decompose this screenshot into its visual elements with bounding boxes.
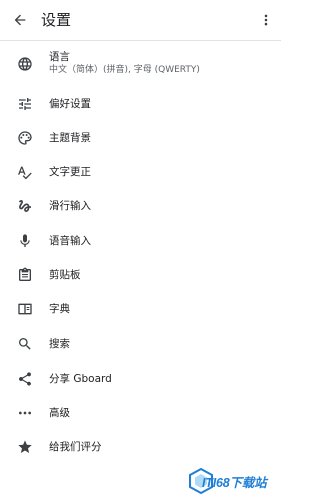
more-horiz-icon [17, 405, 33, 421]
settings-screen: 设置 语言 中文（简体）(拼音), 字母 (QWERTY) 偏好设置 主题背景 [0, 0, 281, 500]
palette-icon [17, 130, 33, 146]
globe-icon [17, 56, 33, 72]
settings-item-label: 滑行输入 [49, 200, 91, 212]
settings-item-search[interactable]: 搜索 [0, 327, 281, 361]
settings-item-rate-us[interactable]: 给我们评分 [0, 430, 281, 464]
settings-item-dictionary[interactable]: 字典 [0, 292, 281, 326]
more-vert-icon [264, 14, 268, 26]
search-icon [17, 336, 33, 352]
settings-item-preferences[interactable]: 偏好设置 [0, 87, 281, 121]
settings-item-label: 字典 [49, 303, 70, 315]
clipboard-icon [17, 267, 33, 283]
watermark-text: ITI68下载站 [202, 476, 267, 490]
settings-item-glide-typing[interactable]: 滑行输入 [0, 189, 281, 223]
arrow-back-icon [14, 14, 26, 26]
settings-item-label: 语言 [49, 51, 70, 63]
star-icon [17, 439, 33, 455]
overflow-menu-button[interactable] [259, 10, 273, 30]
back-button[interactable] [10, 10, 30, 30]
settings-item-sublabel: 中文（简体）(拼音), 字母 (QWERTY) [49, 65, 200, 75]
settings-item-label: 主题背景 [49, 132, 91, 144]
settings-item-label: 分享 Gboard [49, 373, 112, 385]
settings-item-label: 语音输入 [49, 235, 91, 247]
settings-item-label: 剪贴板 [49, 269, 81, 281]
settings-item-text-correction[interactable]: 文字更正 [0, 155, 281, 189]
settings-item-label: 高级 [49, 407, 70, 419]
app-bar: 设置 [0, 0, 281, 40]
settings-item-label: 文字更正 [49, 166, 91, 178]
spellcheck-icon [17, 164, 33, 180]
settings-item-label: 给我们评分 [49, 441, 102, 453]
page-title: 设置 [41, 11, 72, 29]
settings-item-clipboard[interactable]: 剪贴板 [0, 258, 281, 292]
settings-item-label: 搜索 [49, 338, 70, 350]
settings-item-label: 偏好设置 [49, 98, 91, 110]
site-watermark: ITI68下载站 [188, 466, 278, 496]
settings-item-theme[interactable]: 主题背景 [0, 121, 281, 155]
book-icon [17, 301, 33, 317]
app-bar-divider [0, 40, 281, 41]
settings-item-share[interactable]: 分享 Gboard [0, 362, 281, 396]
share-icon [17, 371, 33, 387]
settings-item-advanced[interactable]: 高级 [0, 396, 281, 430]
settings-item-language[interactable]: 语言 中文（简体）(拼音), 字母 (QWERTY) [0, 44, 281, 84]
settings-item-voice-typing[interactable]: 语音输入 [0, 224, 281, 258]
tune-icon [17, 96, 33, 112]
gesture-icon [17, 198, 33, 214]
mic-icon [17, 233, 33, 249]
